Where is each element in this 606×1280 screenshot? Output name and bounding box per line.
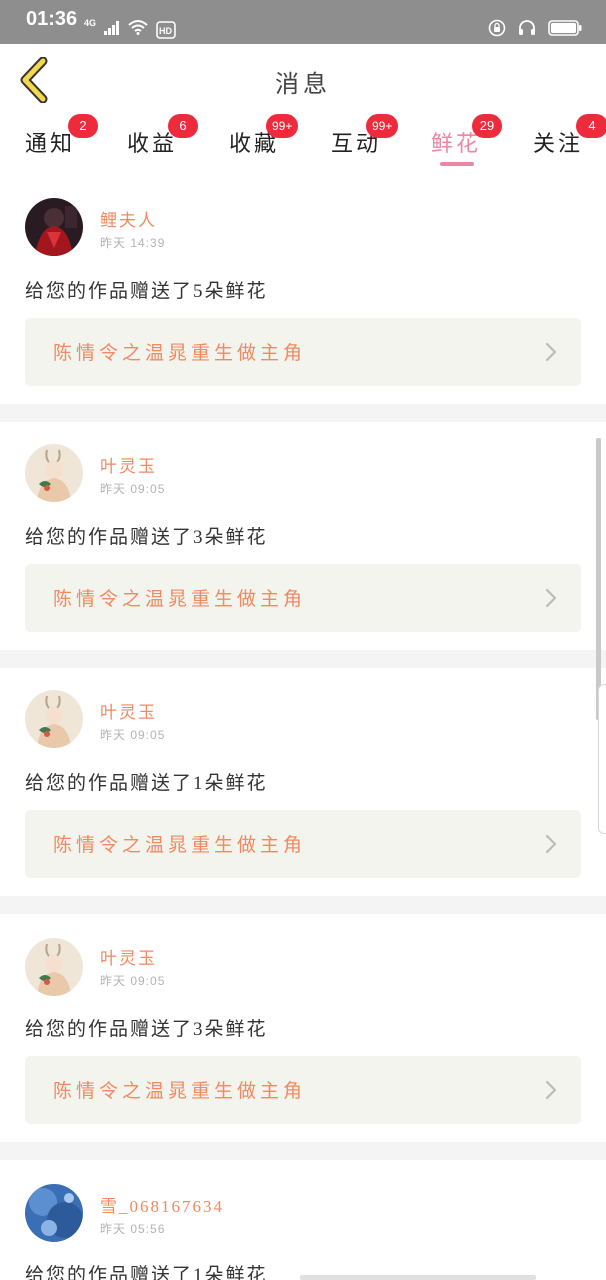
work-link[interactable]: 陈情令之温晁重生做主角	[25, 1056, 581, 1124]
message-text: 给您的作品赠送了1朵鲜花	[25, 1265, 268, 1280]
list-item: 叶灵玉 昨天 09:05 给您的作品赠送了3朵鲜花 陈情令之温晁重生做主角	[0, 422, 606, 650]
hd-label: HD	[159, 26, 173, 36]
divider	[0, 650, 606, 668]
tab-notifications[interactable]: 通知 2	[2, 114, 98, 172]
list-item: 雪_068167634 昨天 05:56 给您的作品赠送了1朵鲜花	[0, 1160, 606, 1280]
work-link[interactable]: 陈情令之温晁重生做主角	[25, 318, 581, 386]
username[interactable]: 雪_068167634	[100, 1192, 224, 1217]
message-text: 给您的作品赠送了5朵鲜花	[25, 281, 268, 302]
scrollbar[interactable]	[596, 438, 601, 720]
username[interactable]: 叶灵玉	[100, 452, 157, 477]
avatar[interactable]	[25, 444, 83, 502]
lock-rotation-icon	[488, 19, 506, 41]
unread-badge: 6	[168, 114, 198, 138]
edge-drawer-handle[interactable]	[598, 684, 606, 834]
avatar[interactable]	[25, 938, 83, 996]
message-text: 给您的作品赠送了3朵鲜花	[25, 527, 268, 548]
chevron-right-icon	[545, 342, 557, 362]
work-link[interactable]: 陈情令之温晁重生做主角	[25, 810, 581, 878]
divider	[0, 1142, 606, 1160]
work-title: 陈情令之温晁重生做主角	[53, 589, 307, 610]
avatar[interactable]	[25, 1184, 83, 1242]
status-time: 01:36	[26, 8, 78, 30]
chevron-right-icon	[545, 1080, 557, 1100]
work-link[interactable]: 陈情令之温晁重生做主角	[25, 564, 581, 632]
status-left-icons: 4G HD	[84, 18, 176, 40]
avatar[interactable]	[25, 690, 83, 748]
tab-interactions[interactable]: 互动 99+	[308, 114, 404, 172]
flower-message-list[interactable]: 鲤夫人 昨天 14:39 给您的作品赠送了5朵鲜花 陈情令之温晁重生做主角 叶灵…	[0, 172, 606, 1280]
tab-follows[interactable]: 关注 4	[510, 114, 606, 172]
unread-badge: 99+	[366, 114, 399, 138]
list-item: 鲤夫人 昨天 14:39 给您的作品赠送了5朵鲜花 陈情令之温晁重生做主角	[0, 172, 606, 404]
message-text: 给您的作品赠送了3朵鲜花	[25, 1019, 268, 1040]
page-title: 消息	[275, 72, 331, 98]
divider	[0, 404, 606, 422]
work-title: 陈情令之温晁重生做主角	[53, 1081, 307, 1102]
unread-badge: 4	[576, 114, 606, 138]
header: 消息	[0, 44, 606, 116]
divider	[0, 896, 606, 914]
headset-icon	[518, 19, 536, 41]
list-item: 叶灵玉 昨天 09:05 给您的作品赠送了1朵鲜花 陈情令之温晁重生做主角	[0, 668, 606, 896]
wifi-icon	[128, 19, 148, 39]
tab-earnings[interactable]: 收益 6	[104, 114, 200, 172]
active-tab-indicator	[440, 162, 474, 166]
hd-icon: HD	[156, 19, 176, 39]
username[interactable]: 鲤夫人	[100, 206, 157, 231]
tab-flowers[interactable]: 鲜花 29	[408, 114, 504, 172]
battery-icon	[548, 19, 582, 41]
list-item: 叶灵玉 昨天 09:05 给您的作品赠送了3朵鲜花 陈情令之温晁重生做主角	[0, 914, 606, 1142]
unread-badge: 29	[472, 114, 502, 138]
unread-badge: 2	[68, 114, 98, 138]
tab-favorites[interactable]: 收藏 99+	[206, 114, 302, 172]
message-time: 昨天 09:05	[100, 728, 166, 742]
message-time: 昨天 09:05	[100, 482, 166, 496]
status-right-icons	[488, 18, 582, 42]
tab-bar: 通知 2 收益 6 收藏 99+ 互动 99+ 鲜花 29 关注 4	[0, 114, 606, 172]
network-type-label: 4G	[84, 18, 97, 28]
message-time: 昨天 14:39	[100, 236, 166, 250]
chevron-right-icon	[545, 588, 557, 608]
avatar[interactable]	[25, 198, 83, 256]
work-title: 陈情令之温晁重生做主角	[53, 835, 307, 856]
work-title: 陈情令之温晁重生做主角	[53, 343, 307, 364]
username[interactable]: 叶灵玉	[100, 698, 157, 723]
unread-badge: 99+	[266, 114, 299, 138]
message-text: 给您的作品赠送了1朵鲜花	[25, 773, 268, 794]
message-time: 昨天 05:56	[100, 1222, 166, 1236]
chevron-right-icon	[545, 834, 557, 854]
message-time: 昨天 09:05	[100, 974, 166, 988]
username[interactable]: 叶灵玉	[100, 944, 157, 969]
signal-icon	[104, 20, 120, 39]
home-indicator[interactable]	[300, 1275, 536, 1280]
status-bar: 01:36 4G HD	[0, 0, 606, 44]
